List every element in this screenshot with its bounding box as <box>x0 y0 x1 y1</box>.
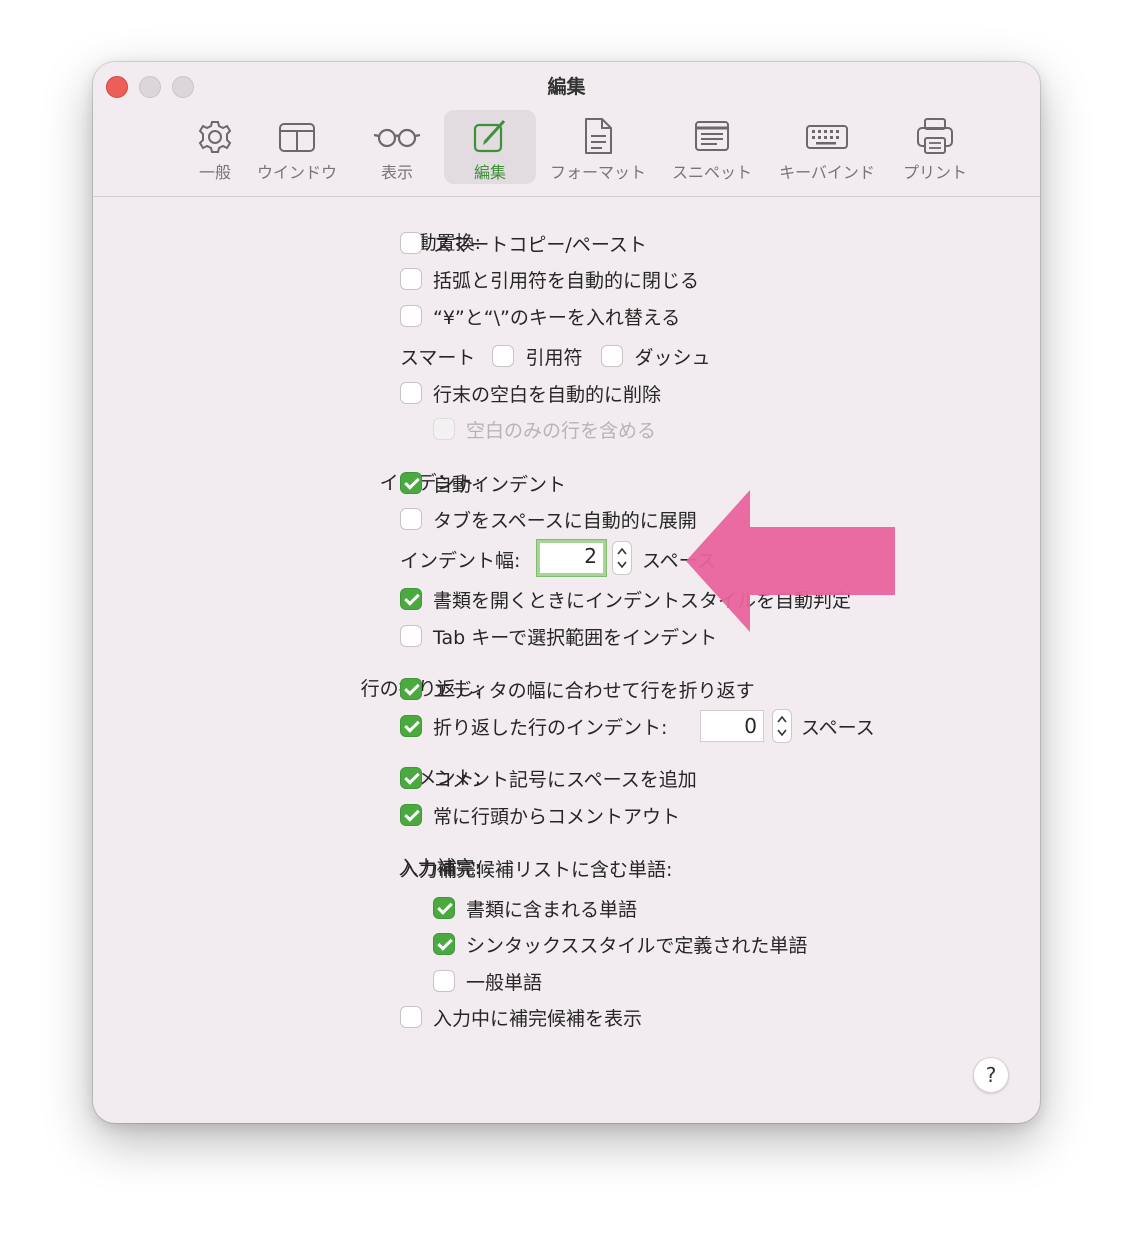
window-title: 編集 <box>547 76 586 98</box>
tab-edit-label: 編集 <box>473 163 506 182</box>
smart-copy-paste-label: スマートコピー/ペースト <box>433 233 647 256</box>
tab-edit[interactable]: 編集 <box>444 110 536 184</box>
tab-print-label: プリント <box>902 163 967 182</box>
auto-close-brackets-checkbox[interactable] <box>400 268 422 290</box>
stepper-arrows-icon <box>777 715 787 737</box>
glasses-icon <box>373 128 421 148</box>
stepper-arrows-icon <box>617 547 627 569</box>
tab-view-label: 表示 <box>380 163 413 182</box>
keyboard-icon <box>806 125 848 149</box>
swap-yen-backslash-checkbox[interactable] <box>400 305 422 327</box>
smart-dash-label: ダッシュ <box>634 346 711 369</box>
smart-copy-paste-checkbox[interactable] <box>400 232 422 254</box>
snippet-icon <box>695 121 729 151</box>
tab-keybinding[interactable]: キーバインド <box>775 110 879 184</box>
window-icon <box>279 123 315 152</box>
detect-indent-style-checkbox[interactable] <box>400 588 422 610</box>
general-words-label: 一般単語 <box>466 971 543 994</box>
show-while-typing-option[interactable]: 入力中に補完候補を表示 <box>400 1003 642 1031</box>
comment-line-head-label: 常に行頭からコメントアウト <box>433 805 681 828</box>
help-button[interactable]: ? <box>973 1057 1009 1093</box>
auto-indent-checkbox[interactable] <box>400 472 422 494</box>
trim-trailing-option[interactable]: 行末の空白を自動的に削除 <box>400 379 661 407</box>
include-whitespace-lines-checkbox <box>433 418 455 440</box>
tab-snippet[interactable]: スニペット <box>667 110 757 184</box>
smart-quotes-checkbox[interactable] <box>492 345 515 367</box>
trim-trailing-label: 行末の空白を自動的に削除 <box>433 383 662 406</box>
indent-width-field[interactable]: 2 <box>536 539 607 577</box>
wrap-to-editor-checkbox[interactable] <box>400 678 422 700</box>
wrapped-indent-label: 折り返した行のインデント: <box>433 716 668 739</box>
comment-line-head-option[interactable]: 常に行頭からコメントアウト <box>400 801 680 829</box>
trim-trailing-checkbox[interactable] <box>400 382 422 404</box>
auto-indent-option[interactable]: 自動インデント <box>400 469 566 497</box>
tab-indent-selection-checkbox[interactable] <box>400 625 422 647</box>
wrapped-indent-field[interactable]: 0 <box>700 710 764 742</box>
tab-indent-selection-label: Tab キーで選択範囲をインデント <box>433 626 718 649</box>
document-icon <box>585 118 612 154</box>
syntax-words-option[interactable]: シンタックススタイルで定義された単語 <box>433 930 807 958</box>
document-words-label: 書類に含まれる単語 <box>466 898 638 921</box>
auto-close-brackets-label: 括弧と引用符を自動的に閉じる <box>433 269 700 292</box>
indent-width-stepper[interactable] <box>612 541 632 575</box>
wrapped-indent-checkbox[interactable] <box>400 715 422 737</box>
swap-yen-backslash-option[interactable]: “¥”と“\”のキーを入れ替える <box>400 302 680 330</box>
wrap-to-editor-option[interactable]: エディタの幅に合わせて行を折り返す <box>400 675 755 703</box>
edit-icon <box>473 119 506 153</box>
indent-width-label: インデント幅: <box>400 549 521 572</box>
expand-tabs-label: タブをスペースに自動的に展開 <box>433 509 697 532</box>
smart-quotes-label: 引用符 <box>525 346 583 369</box>
smart-copy-paste-option[interactable]: スマートコピー/ペースト <box>400 229 647 257</box>
general-words-option[interactable]: 一般単語 <box>433 967 542 995</box>
gear-icon <box>198 121 232 153</box>
swap-yen-backslash-label: “¥”と“\”のキーを入れ替える <box>433 306 681 329</box>
tab-window[interactable]: ウインドウ <box>253 110 341 184</box>
document-words-option[interactable]: 書類に含まれる単語 <box>433 894 637 922</box>
general-words-checkbox[interactable] <box>433 970 455 992</box>
show-while-typing-checkbox[interactable] <box>400 1006 422 1028</box>
tab-window-label: ウインドウ <box>256 163 337 182</box>
expand-tabs-option[interactable]: タブをスペースに自動的に展開 <box>400 505 697 533</box>
tab-indent-selection-option[interactable]: Tab キーで選択範囲をインデント <box>400 622 717 650</box>
comment-add-space-option[interactable]: コメント記号にスペースを追加 <box>400 764 697 792</box>
expand-tabs-checkbox[interactable] <box>400 508 422 530</box>
comment-add-space-checkbox[interactable] <box>400 767 422 789</box>
include-whitespace-lines-option: 空白のみの行を含める <box>433 415 656 443</box>
tab-general[interactable]: 一般 <box>175 110 255 184</box>
tab-snippet-label: スニペット <box>671 163 752 182</box>
smart-label: スマート <box>400 346 476 369</box>
include-whitespace-lines-label: 空白のみの行を含める <box>466 419 657 442</box>
wrapped-indent-unit: スペース <box>801 716 875 739</box>
smart-dash-checkbox[interactable] <box>601 345 624 367</box>
wrap-to-editor-label: エディタの幅に合わせて行を折り返す <box>433 679 755 702</box>
tab-keybinding-label: キーバインド <box>779 163 875 182</box>
comment-add-space-label: コメント記号にスペースを追加 <box>433 768 697 791</box>
tab-general-label: 一般 <box>198 163 231 182</box>
tab-format[interactable]: フォーマット <box>545 110 651 184</box>
auto-indent-label: 自動インデント <box>433 473 567 496</box>
smart-options-row: スマート 引用符 ダッシュ <box>400 342 710 370</box>
syntax-words-checkbox[interactable] <box>433 933 455 955</box>
syntax-words-label: シンタックススタイルで定義された単語 <box>466 934 808 957</box>
annotation-arrow-icon <box>686 490 895 632</box>
tab-view[interactable]: 表示 <box>359 110 435 184</box>
document-words-checkbox[interactable] <box>433 897 455 919</box>
auto-close-brackets-option[interactable]: 括弧と引用符を自動的に閉じる <box>400 265 699 293</box>
wrapped-indent-option[interactable]: 折り返した行のインデント: <box>400 712 667 740</box>
show-while-typing-label: 入力中に補完候補を表示 <box>433 1007 643 1030</box>
tab-format-label: フォーマット <box>549 163 646 182</box>
tab-print[interactable]: プリント <box>897 110 973 184</box>
comment-line-head-checkbox[interactable] <box>400 804 422 826</box>
completion-list-label: 入力補完候補リストに含む単語: <box>400 858 673 881</box>
title-bar: 編集 一般 ウインドウ 表示 編集 フォーマット スニペット キーバインド プリ… <box>93 62 1040 197</box>
wrapped-indent-stepper[interactable] <box>772 709 792 743</box>
printer-icon <box>917 118 953 154</box>
